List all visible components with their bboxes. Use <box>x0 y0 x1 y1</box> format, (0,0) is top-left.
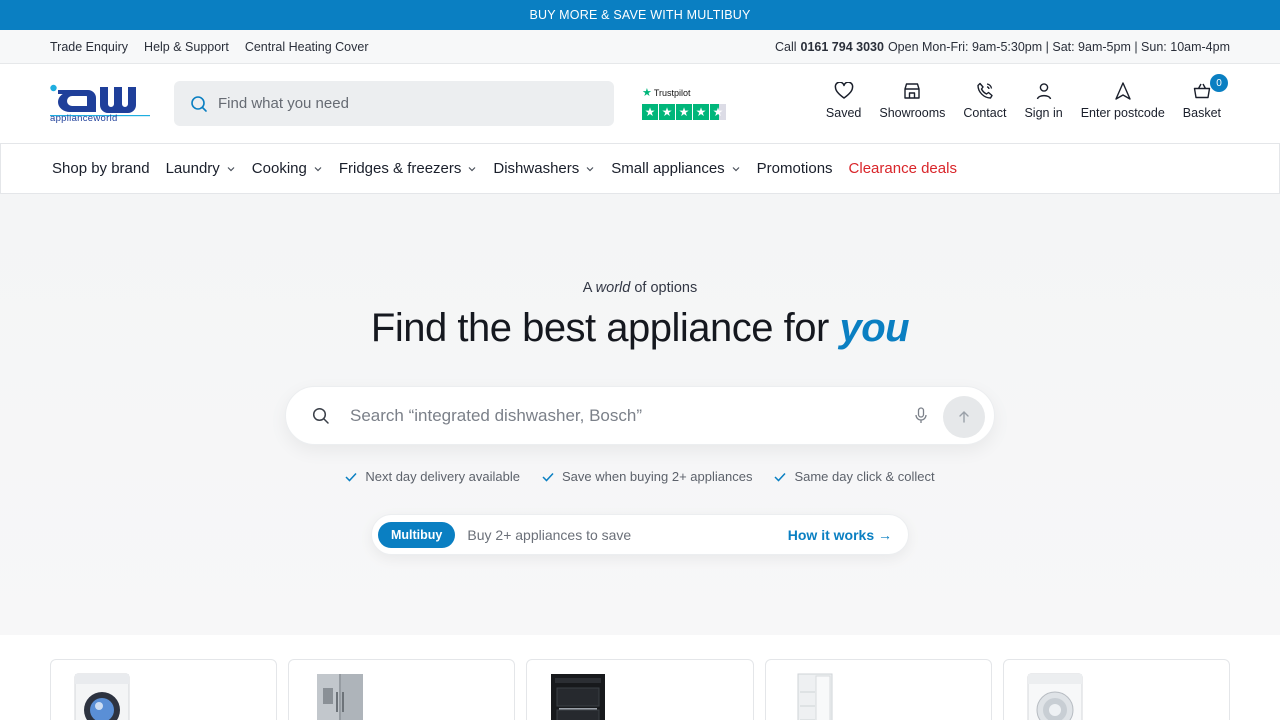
contact-button[interactable]: Contact <box>954 80 1015 120</box>
main-nav: Shop by brand Laundry Cooking Fridges & … <box>0 143 1280 194</box>
sign-in-label: Sign in <box>1024 106 1063 120</box>
benefit-item: Next day delivery available <box>345 469 520 484</box>
utility-bar: Trade Enquiry Help & Support Central Hea… <box>0 30 1280 64</box>
showrooms-label: Showrooms <box>879 106 946 120</box>
header-search[interactable] <box>174 81 614 126</box>
contact-label: Contact <box>963 106 1007 120</box>
nav-laundry[interactable]: Laundry <box>166 160 236 177</box>
user-icon <box>1034 80 1054 102</box>
trustpilot-star-icon: ★ <box>642 87 652 99</box>
search-icon <box>312 407 329 424</box>
heart-icon <box>834 80 854 102</box>
site-header: applianceworld ★ Trustpilot ★ ★ ★ ★ ★ Sa… <box>0 64 1280 143</box>
category-card-oven[interactable] <box>526 659 754 720</box>
phone-icon <box>975 80 995 102</box>
oven-image <box>551 674 606 720</box>
check-icon <box>774 472 787 482</box>
hero-section: A world of options Find the best applian… <box>0 194 1280 635</box>
search-submit-button[interactable] <box>943 396 985 438</box>
rating-star-icon: ★ <box>676 104 692 120</box>
rating-star-icon: ★ <box>693 104 709 120</box>
arrow-up-icon <box>959 411 969 423</box>
hero-title: Find the best appliance for you <box>370 306 910 350</box>
fridge-image <box>797 673 833 720</box>
chevron-down-icon <box>732 166 740 171</box>
central-heating-link[interactable]: Central Heating Cover <box>245 40 369 54</box>
site-logo[interactable]: applianceworld <box>50 83 150 125</box>
rating-half-star-icon: ★ <box>710 104 726 120</box>
trade-enquiry-link[interactable]: Trade Enquiry <box>50 40 128 54</box>
category-card-fridge-freezer[interactable] <box>288 659 516 720</box>
header-search-input[interactable] <box>218 95 598 112</box>
hero-kicker: A world of options <box>582 280 698 296</box>
trustpilot-rating: ★ ★ ★ ★ ★ <box>642 104 732 120</box>
promo-banner[interactable]: BUY MORE & SAVE WITH MULTIBUY <box>0 0 1280 30</box>
rating-star-icon: ★ <box>659 104 675 120</box>
contact-info: Call 0161 794 3030 Open Mon-Fri: 9am-5:3… <box>775 40 1230 54</box>
chevron-down-icon <box>227 166 235 171</box>
multibuy-text: Buy 2+ appliances to save <box>467 526 632 543</box>
nav-small-appliances[interactable]: Small appliances <box>611 160 740 177</box>
category-card-washing-machine[interactable] <box>50 659 278 720</box>
chevron-down-icon <box>314 166 322 171</box>
multibuy-badge: Multibuy <box>378 521 456 548</box>
postcode-button[interactable]: Enter postcode <box>1072 80 1174 120</box>
help-support-link[interactable]: Help & Support <box>144 40 229 54</box>
trustpilot-label: ★ Trustpilot <box>642 87 691 99</box>
nav-dishwashers[interactable]: Dishwashers <box>493 160 595 177</box>
category-card-dryer[interactable] <box>1002 659 1231 720</box>
check-icon <box>542 472 554 482</box>
dryer-image <box>1027 673 1083 720</box>
microphone-icon[interactable] <box>914 407 928 425</box>
benefit-item: Save when buying 2+ appliances <box>542 469 752 484</box>
saved-label: Saved <box>825 106 862 120</box>
opening-hours: Open Mon-Fri: 9am-5:30pm | Sat: 9am-5pm … <box>887 39 1230 54</box>
category-card-fridge[interactable] <box>764 659 992 720</box>
nav-fridges-freezers[interactable]: Fridges & freezers <box>339 160 478 177</box>
nav-clearance-deals[interactable]: Clearance deals <box>849 160 957 177</box>
washing-machine-image <box>74 673 130 720</box>
nav-cooking[interactable]: Cooking <box>252 160 323 177</box>
product-category-row <box>0 635 1280 720</box>
utility-links: Trade Enquiry Help & Support Central Hea… <box>50 40 369 54</box>
header-actions: Saved Showrooms Contact Sign in Enter po… <box>817 74 1230 120</box>
fridge-freezer-image <box>317 674 364 720</box>
sign-in-button[interactable]: Sign in <box>1015 80 1071 120</box>
benefits-list: Next day delivery available Save when bu… <box>0 469 1280 484</box>
showrooms-button[interactable]: Showrooms <box>870 80 954 120</box>
logo-wordmark: applianceworld <box>50 112 118 124</box>
check-icon <box>345 472 357 482</box>
search-icon <box>191 95 207 112</box>
rating-star-icon: ★ <box>642 104 658 120</box>
hero-title-accent: you <box>839 306 910 350</box>
basket-label: Basket <box>1182 106 1221 120</box>
basket-icon <box>1192 80 1212 102</box>
trustpilot-widget[interactable]: ★ Trustpilot ★ ★ ★ ★ ★ <box>642 86 732 120</box>
basket-button[interactable]: 0 Basket <box>1174 74 1230 120</box>
location-arrow-icon <box>1113 80 1133 102</box>
chevron-down-icon <box>586 166 594 171</box>
postcode-label: Enter postcode <box>1080 106 1165 120</box>
nav-promotions[interactable]: Promotions <box>757 160 833 177</box>
phone-number[interactable]: 0161 794 3030 <box>801 40 884 54</box>
call-prefix: Call <box>774 39 797 54</box>
saved-button[interactable]: Saved <box>817 80 870 120</box>
how-it-works-link[interactable]: How it works → <box>788 527 892 543</box>
hero-search-input[interactable]: Search “integrated dishwasher, Bosch” <box>350 406 890 426</box>
multibuy-banner[interactable]: Multibuy Buy 2+ appliances to save How i… <box>371 514 909 555</box>
basket-count-badge: 0 <box>1210 74 1228 92</box>
store-icon <box>902 80 922 102</box>
chevron-down-icon <box>468 166 476 171</box>
promo-text: BUY MORE & SAVE WITH MULTIBUY <box>529 8 751 22</box>
nav-shop-by-brand[interactable]: Shop by brand <box>52 160 150 177</box>
benefit-item: Same day click & collect <box>774 469 935 484</box>
hero-search[interactable]: Search “integrated dishwasher, Bosch” <box>285 386 995 445</box>
